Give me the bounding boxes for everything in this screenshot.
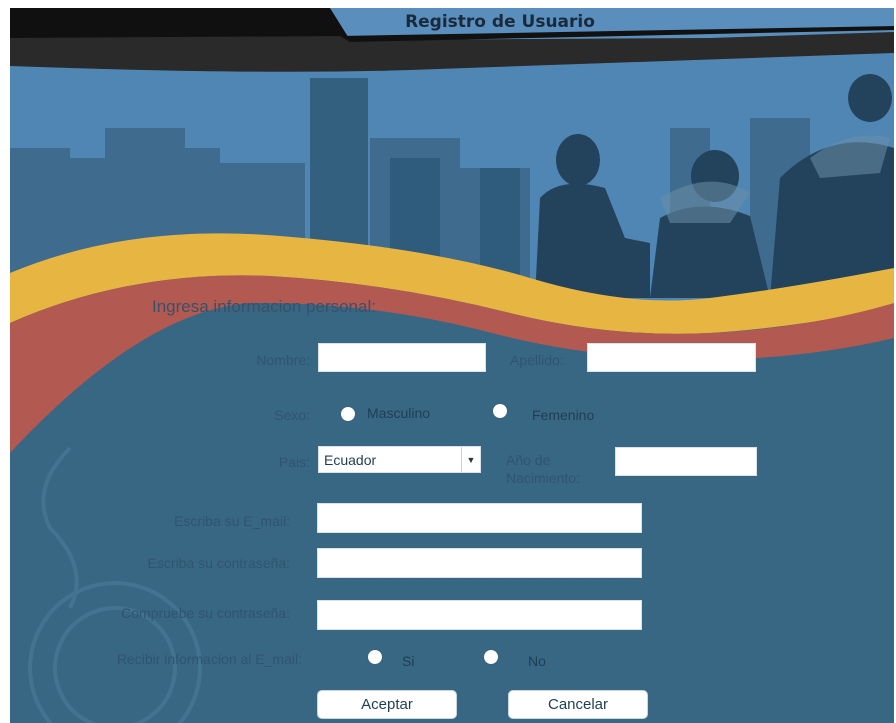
anio-nacimiento-label-line1: Año de [506, 452, 551, 468]
email-input[interactable] [317, 503, 642, 533]
window-title: Registro de Usuario [405, 12, 595, 32]
recibir-no-radio[interactable] [484, 650, 498, 664]
password-label: Escriba su contraseña: [147, 555, 290, 571]
password-confirm-label: Compruebe su contraseña: [121, 605, 290, 621]
registration-window: Registro de Usuario Ingresa informacion … [10, 8, 894, 723]
femenino-radio[interactable] [493, 404, 507, 418]
pais-selected-value: Ecuador [324, 452, 377, 468]
password-confirm-input[interactable] [317, 600, 642, 630]
recibir-info-label: Recibir informacion al E_mail: [116, 651, 302, 667]
sexo-label: Sexo: [274, 407, 310, 423]
nombre-label: Nombre: [256, 352, 310, 368]
recibir-si-option-label: Si [402, 653, 415, 669]
chevron-down-icon[interactable]: ▼ [461, 447, 480, 472]
apellido-label: Apellido: [510, 352, 564, 368]
recibir-si-radio[interactable] [368, 650, 382, 664]
pais-select[interactable]: Ecuador ▼ [318, 446, 481, 473]
masculino-radio[interactable] [341, 407, 355, 421]
cancelar-button[interactable]: Cancelar [508, 690, 648, 719]
pais-label: Pais: [278, 454, 310, 470]
apellido-input[interactable] [587, 343, 756, 372]
femenino-option-label: Femenino [532, 407, 595, 423]
anio-nacimiento-input[interactable] [615, 447, 757, 476]
anio-nacimiento-label-line2: Nacimiento: [506, 470, 580, 486]
password-input[interactable] [317, 548, 642, 578]
section-title: Ingresa informacion personal: [152, 297, 376, 316]
anio-nacimiento-label: Año de Nacimiento: [506, 451, 580, 487]
email-label: Escriba su E_mail: [174, 513, 290, 529]
nombre-input[interactable] [318, 343, 486, 372]
recibir-no-option-label: No [528, 653, 546, 669]
masculino-option-label: Masculino [367, 405, 431, 421]
aceptar-button[interactable]: Aceptar [317, 690, 457, 719]
